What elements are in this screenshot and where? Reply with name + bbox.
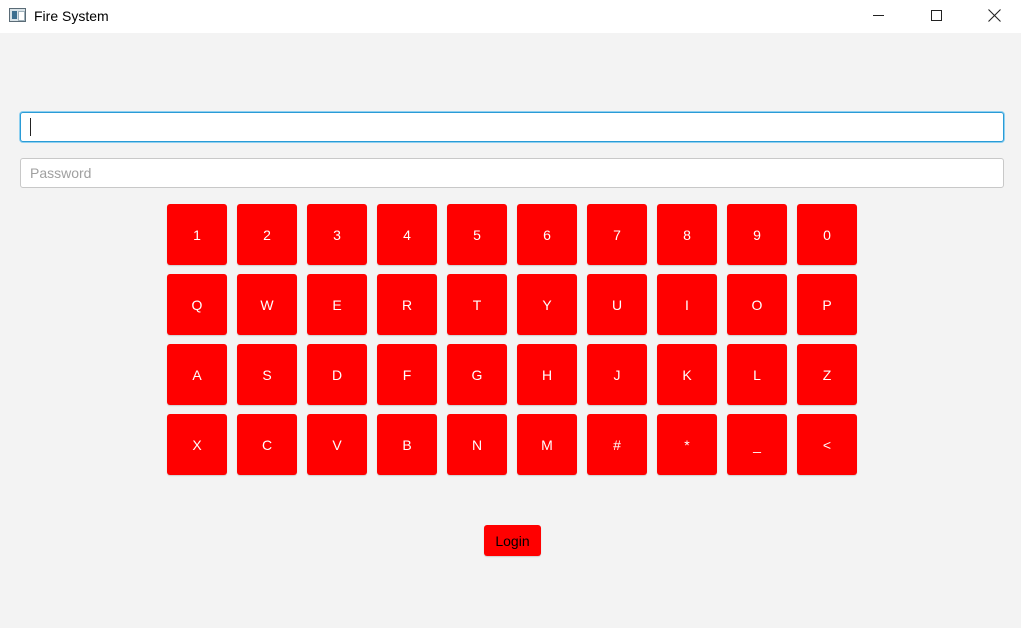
- on-screen-keypad: 1 2 3 4 5 6 7 8 9 0 Q W E R T Y U I O P A S D F G H J K L Z X C V B N M # * _ <: [167, 204, 857, 475]
- key-button[interactable]: J: [587, 344, 647, 405]
- key-button[interactable]: #: [587, 414, 647, 475]
- app-window-icon: [9, 8, 26, 22]
- key-button[interactable]: K: [657, 344, 717, 405]
- key-button[interactable]: 5: [447, 204, 507, 265]
- key-button[interactable]: I: [657, 274, 717, 335]
- close-button[interactable]: [965, 0, 1021, 31]
- key-button[interactable]: Q: [167, 274, 227, 335]
- login-button[interactable]: Login: [484, 525, 541, 556]
- key-button[interactable]: A: [167, 344, 227, 405]
- key-button[interactable]: W: [237, 274, 297, 335]
- key-button[interactable]: F: [377, 344, 437, 405]
- key-button[interactable]: L: [727, 344, 787, 405]
- key-button[interactable]: Y: [517, 274, 577, 335]
- key-button[interactable]: <: [797, 414, 857, 475]
- key-button[interactable]: 6: [517, 204, 577, 265]
- key-button[interactable]: *: [657, 414, 717, 475]
- window-title: Fire System: [34, 8, 109, 24]
- key-button[interactable]: _: [727, 414, 787, 475]
- key-button[interactable]: 3: [307, 204, 367, 265]
- key-button[interactable]: G: [447, 344, 507, 405]
- key-button[interactable]: D: [307, 344, 367, 405]
- key-button[interactable]: N: [447, 414, 507, 475]
- title-bar: Fire System: [0, 0, 1021, 33]
- key-button[interactable]: V: [307, 414, 367, 475]
- maximize-button[interactable]: [907, 0, 965, 31]
- key-button[interactable]: 2: [237, 204, 297, 265]
- key-button[interactable]: P: [797, 274, 857, 335]
- text-cursor: [30, 118, 31, 136]
- key-button[interactable]: R: [377, 274, 437, 335]
- key-button[interactable]: 7: [587, 204, 647, 265]
- key-button[interactable]: H: [517, 344, 577, 405]
- key-button[interactable]: T: [447, 274, 507, 335]
- minimize-icon: [872, 15, 884, 16]
- minimize-button[interactable]: [849, 0, 907, 31]
- key-button[interactable]: C: [237, 414, 297, 475]
- key-button[interactable]: 0: [797, 204, 857, 265]
- maximize-icon: [930, 10, 942, 21]
- key-button[interactable]: Z: [797, 344, 857, 405]
- key-button[interactable]: X: [167, 414, 227, 475]
- key-button[interactable]: U: [587, 274, 647, 335]
- key-button[interactable]: 9: [727, 204, 787, 265]
- key-button[interactable]: E: [307, 274, 367, 335]
- key-button[interactable]: 4: [377, 204, 437, 265]
- key-button[interactable]: B: [377, 414, 437, 475]
- key-button[interactable]: 1: [167, 204, 227, 265]
- password-input[interactable]: [20, 158, 1004, 188]
- username-input[interactable]: [20, 112, 1004, 142]
- key-button[interactable]: M: [517, 414, 577, 475]
- key-button[interactable]: S: [237, 344, 297, 405]
- key-button[interactable]: O: [727, 274, 787, 335]
- key-button[interactable]: 8: [657, 204, 717, 265]
- close-icon: [987, 9, 1001, 22]
